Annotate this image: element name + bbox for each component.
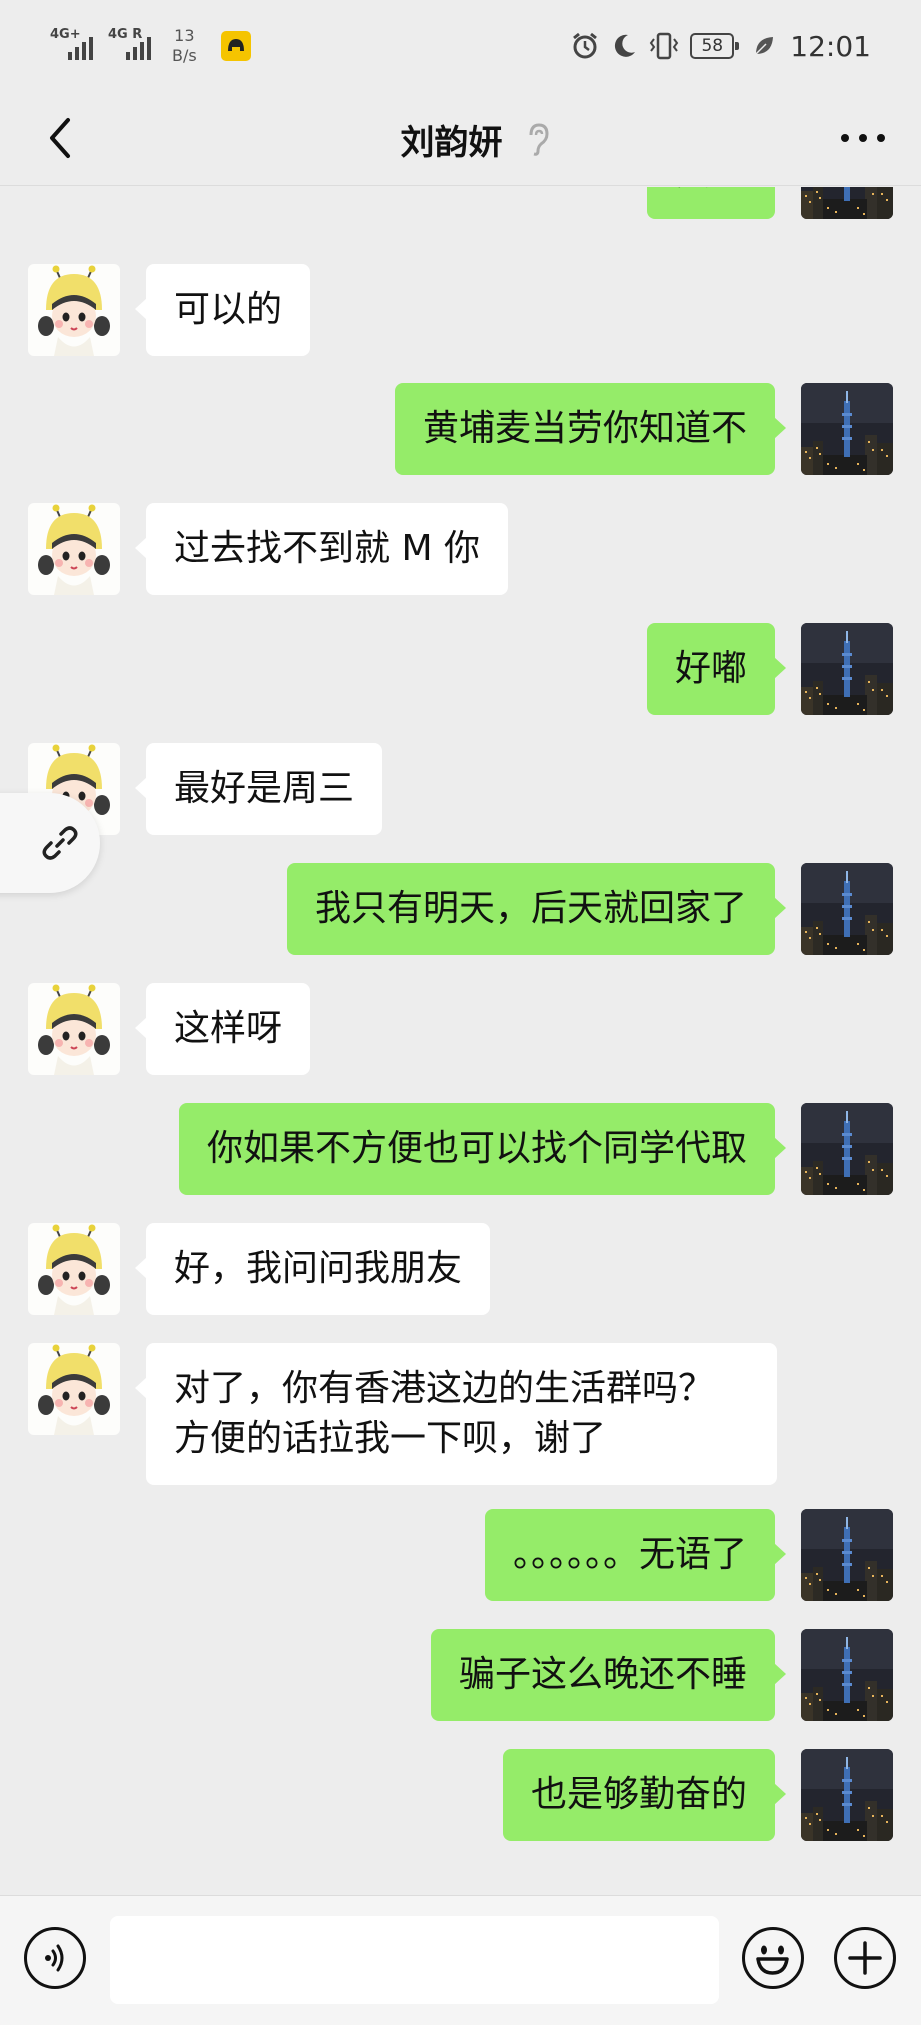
status-bar-left: 4G+ 4G R 13 B/s	[50, 24, 251, 68]
contact-avatar[interactable]	[28, 1343, 120, 1435]
message-bubble-outgoing[interactable]: 你如果不方便也可以找个同学代取	[178, 1103, 787, 1195]
earpiece-mode-icon	[529, 123, 549, 156]
status-bar: 4G+ 4G R 13 B/s 58 12:01	[0, 0, 921, 92]
message-text: 你如果不方便也可以找个同学代取	[206, 1128, 747, 1169]
more-options-button[interactable]	[833, 108, 893, 168]
message-text: 过去找不到就 M 你	[174, 528, 480, 569]
message-text: 对了，你有香港这边的生活群吗？方便的话拉我一下呗，谢了	[174, 1368, 715, 1459]
message-text: 骗子这么晚还不睡	[458, 1654, 747, 1695]
self-avatar[interactable]	[801, 187, 893, 219]
title-wrap: 刘韵妍	[0, 92, 921, 186]
self-avatar[interactable]	[801, 623, 893, 715]
back-arrow-icon	[50, 118, 70, 158]
message-bubble-incoming[interactable]: 这样呀	[134, 983, 311, 1075]
more-functions-button[interactable]	[834, 1927, 896, 1989]
contact-avatar[interactable]	[28, 1223, 120, 1315]
alarm-icon	[573, 32, 598, 59]
message-bubble-incoming[interactable]: 好，我问问我朋友	[134, 1223, 491, 1315]
message-input[interactable]	[110, 1916, 719, 2004]
message-text: 黄埔麦当劳你知道不	[422, 408, 747, 449]
message-text: 可以的	[174, 289, 283, 330]
message-bubble-outgoing[interactable]: 骗子这么晚还不睡	[430, 1629, 787, 1721]
signal-1-icon: 4G+	[50, 28, 98, 64]
clock: 12:01	[790, 29, 871, 63]
signal-2-icon: 4G R	[108, 28, 156, 64]
message-bubble-outgoing[interactable]: 也是够勤奋的	[502, 1749, 787, 1841]
vibrate-icon	[650, 32, 679, 60]
chat-header: 刘韵妍	[0, 92, 921, 186]
self-avatar[interactable]	[801, 1103, 893, 1195]
moon-icon	[615, 34, 636, 57]
battery-icon: 58	[690, 33, 740, 59]
page-title: 刘韵妍	[400, 122, 503, 163]
net-speed: 13 B/s	[172, 26, 197, 66]
input-bar	[0, 1895, 921, 2025]
contact-avatar[interactable]	[28, 503, 120, 595]
message-text: 黄埔	[675, 187, 747, 193]
status-bar-right: 58 12:01	[570, 24, 871, 68]
message-list[interactable]: 黄埔 可以的 黄埔麦当劳你知道不 过去找不到就 M 你 好嘟 最好是周三 我只有…	[0, 187, 921, 1895]
voice-input-button[interactable]	[24, 1927, 86, 1989]
more-dots-icon	[841, 134, 885, 142]
message-bubble-incoming[interactable]: 过去找不到就 M 你	[135, 503, 508, 595]
message-text: 这样呀	[174, 1008, 283, 1049]
message-text: 。。。。。。无语了	[512, 1534, 747, 1575]
emoji-button[interactable]	[742, 1927, 804, 1989]
app-notification-icon	[220, 31, 251, 61]
self-avatar[interactable]	[801, 1629, 893, 1721]
message-bubble-incoming[interactable]: 可以的	[134, 264, 311, 356]
net-speed-value: 13	[174, 26, 195, 45]
message-bubble-outgoing[interactable]: 黄埔	[646, 187, 775, 219]
message-bubble-outgoing[interactable]: 黄埔麦当劳你知道不	[394, 383, 787, 475]
message-text: 好嘟	[674, 648, 747, 689]
leaf-icon	[755, 37, 774, 55]
message-bubble-incoming[interactable]: 对了，你有香港这边的生活群吗？方便的话拉我一下呗，谢了	[135, 1343, 777, 1485]
plus-icon	[848, 1941, 882, 1975]
message-bubble-incoming[interactable]: 最好是周三	[134, 743, 383, 835]
self-avatar[interactable]	[801, 383, 893, 475]
emoji-icon	[756, 1945, 789, 1975]
message-text: 也是够勤奋的	[530, 1774, 747, 1815]
self-avatar[interactable]	[801, 863, 893, 955]
link-icon	[42, 826, 78, 860]
net-speed-unit: B/s	[172, 46, 197, 65]
battery-level: 58	[701, 36, 724, 56]
message-text: 好，我问问我朋友	[174, 1248, 463, 1289]
message-text: 我只有明天，后天就回家了	[314, 888, 747, 929]
floating-link-button[interactable]	[0, 793, 100, 893]
message-bubble-outgoing[interactable]: 我只有明天，后天就回家了	[286, 863, 787, 955]
contact-avatar[interactable]	[28, 264, 120, 356]
voice-icon	[45, 1944, 64, 1972]
contact-avatar[interactable]	[28, 983, 120, 1075]
message-bubble-outgoing[interactable]: 好嘟	[646, 623, 787, 715]
message-text: 最好是周三	[174, 768, 355, 809]
self-avatar[interactable]	[801, 1749, 893, 1841]
message-bubble-outgoing[interactable]: 。。。。。。无语了	[484, 1509, 787, 1601]
self-avatar[interactable]	[801, 1509, 893, 1601]
back-button[interactable]	[30, 108, 90, 168]
